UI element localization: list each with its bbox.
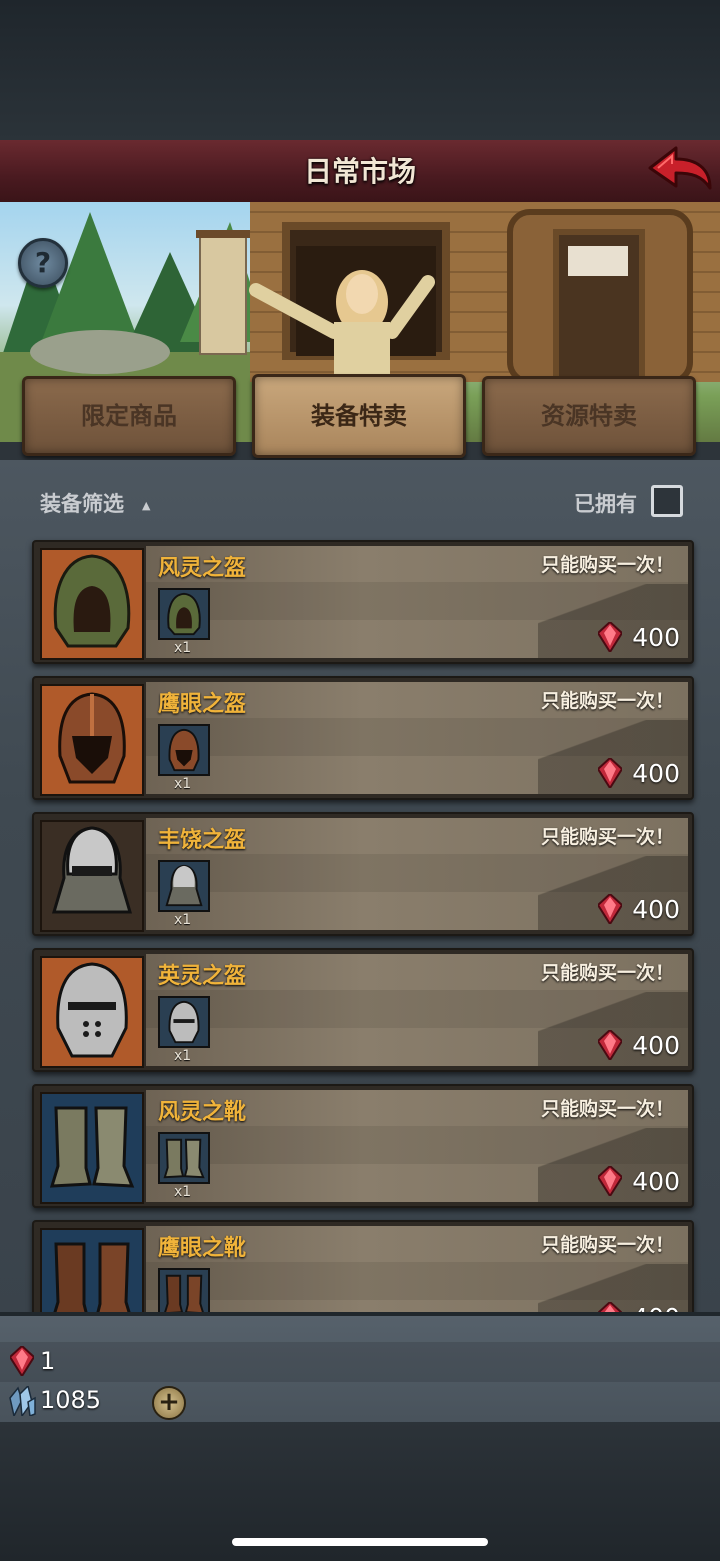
purchase-limit: 只能购买一次！ — [540, 962, 674, 984]
item-quantity: x1 — [174, 640, 192, 656]
gem-icon — [598, 1030, 622, 1060]
gem-icon — [598, 758, 622, 788]
item-price: 400 — [632, 895, 680, 924]
reward-thumb — [158, 1268, 210, 1312]
chainmail-helmet-icon — [165, 864, 203, 907]
gem-icon — [598, 894, 622, 924]
leather-boots-icon — [164, 1274, 204, 1312]
tab-resource-sale[interactable]: 资源特卖 — [482, 376, 696, 456]
knight-helmet-icon — [42, 958, 142, 1066]
chainmail-helmet-icon — [42, 822, 142, 930]
gem-icon — [598, 1166, 622, 1196]
item-price: 400 — [632, 759, 680, 788]
owned-checkbox[interactable] — [651, 485, 683, 517]
item-quantity: x1 — [174, 912, 192, 928]
gem-count: 1 — [40, 1347, 56, 1375]
list-item[interactable]: 英灵之盔 只能购买一次！ x1 400 — [32, 948, 694, 1072]
tab-limited-items[interactable]: 限定商品 — [22, 376, 236, 456]
item-name: 鹰眼之靴 — [158, 1236, 247, 1261]
list-item[interactable]: 丰饶之盔 只能购买一次！ x1 400 — [32, 812, 694, 936]
item-image — [40, 684, 144, 796]
equipment-filter[interactable]: 装备筛选 — [40, 488, 124, 518]
item-quantity: x1 — [174, 1048, 192, 1064]
reward-thumb — [158, 588, 210, 640]
item-price: 400 — [632, 1303, 680, 1312]
item-image — [40, 548, 144, 660]
list-item[interactable]: 鹰眼之盔 只能购买一次！ x1 400 — [32, 676, 694, 800]
purchase-limit: 只能购买一次！ — [540, 1234, 674, 1256]
status-area — [0, 0, 720, 140]
item-quantity: x1 — [174, 1184, 192, 1200]
crystal-count: 1085 — [40, 1386, 102, 1414]
add-crystals-button[interactable]: + — [152, 1386, 186, 1420]
owned-label: 已拥有 — [574, 492, 637, 516]
item-name: 风灵之盔 — [158, 556, 247, 581]
list-item[interactable]: 风灵之靴 只能购买一次！ x1 400 — [32, 1084, 694, 1208]
item-name: 鹰眼之盔 — [158, 692, 247, 717]
knight-helmet-icon — [168, 1000, 200, 1044]
item-price: 400 — [632, 1031, 680, 1060]
item-quantity: x1 — [174, 776, 192, 792]
bronze-helmet-icon — [42, 686, 142, 794]
hood-icon — [167, 592, 201, 636]
leather-boots-icon — [42, 1230, 142, 1312]
purchase-limit: 只能购买一次！ — [540, 1098, 674, 1120]
question-icon: ? — [34, 246, 52, 279]
cloth-boots-icon — [42, 1094, 142, 1202]
item-name: 丰饶之盔 — [158, 828, 247, 853]
list-item[interactable]: 风灵之盔 只能购买一次！ x1 400 — [32, 540, 694, 664]
help-button[interactable]: ? — [18, 238, 68, 288]
gem-icon — [598, 1302, 622, 1312]
hood-icon — [42, 550, 142, 658]
bronze-helmet-icon — [168, 728, 200, 772]
purchase-limit: 只能购买一次！ — [540, 826, 674, 848]
reward-thumb — [158, 724, 210, 776]
item-image — [40, 1092, 144, 1204]
item-name: 风灵之靴 — [158, 1100, 247, 1125]
item-price: 400 — [632, 623, 680, 652]
sort-up-icon: ▲ — [142, 499, 151, 512]
item-image — [40, 1228, 144, 1312]
item-name: 英灵之盔 — [158, 964, 247, 989]
crystal-icon — [9, 1386, 36, 1416]
tab-equipment-sale[interactable]: 装备特卖 — [252, 374, 466, 458]
item-list[interactable]: 风灵之盔 只能购买一次！ x1 400 鹰眼之盔 只能购买一次！ x1 400 — [0, 536, 720, 1312]
gem-icon — [598, 622, 622, 652]
back-arrow-icon — [648, 146, 712, 190]
home-indicator[interactable] — [232, 1538, 488, 1546]
reward-thumb — [158, 860, 210, 912]
item-price: 400 — [632, 1167, 680, 1196]
item-image — [40, 956, 144, 1068]
resource-row — [0, 1342, 720, 1382]
purchase-limit: 只能购买一次！ — [540, 554, 674, 576]
reward-thumb — [158, 996, 210, 1048]
back-button[interactable] — [646, 142, 714, 196]
cloth-boots-icon — [163, 1138, 205, 1179]
reward-thumb — [158, 1132, 210, 1184]
page-title: 日常市场 — [303, 155, 416, 188]
plus-icon: + — [158, 1387, 180, 1417]
gem-icon — [10, 1346, 34, 1376]
item-image — [40, 820, 144, 932]
purchase-limit: 只能购买一次！ — [540, 690, 674, 712]
list-item[interactable]: 鹰眼之靴 只能购买一次！ x1 400 — [32, 1220, 694, 1312]
